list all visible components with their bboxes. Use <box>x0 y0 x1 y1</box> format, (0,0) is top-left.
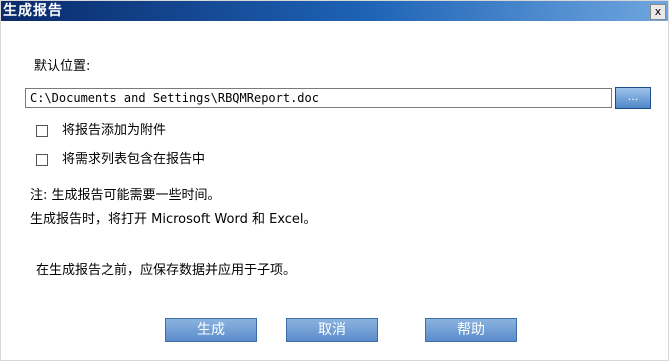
include-requirements-label: 将需求列表包含在报告中 <box>62 152 206 167</box>
attach-report-label: 将报告添加为附件 <box>62 123 167 138</box>
close-button[interactable]: x <box>650 4 666 20</box>
browse-button-label: ... <box>627 90 639 103</box>
title-bar[interactable]: 生成报告 x <box>1 1 668 21</box>
help-button[interactable]: 帮助 <box>425 318 517 342</box>
generate-button[interactable]: 生成 <box>165 318 257 342</box>
generate-button-label: 生成 <box>197 322 225 338</box>
attach-report-checkbox[interactable] <box>36 125 48 137</box>
cancel-button[interactable]: 取消 <box>286 318 378 342</box>
note-office-text: 生成报告时，将打开 Microsoft Word 和 Excel。 <box>30 212 317 227</box>
report-path-input[interactable]: C:\Documents and Settings\RBQMReport.doc <box>25 88 612 108</box>
help-button-label: 帮助 <box>457 322 485 338</box>
include-requirements-checkbox[interactable] <box>36 154 48 166</box>
note-save-text: 在生成报告之前，应保存数据并应用于子项。 <box>36 263 297 278</box>
dialog-title: 生成报告 <box>3 3 63 19</box>
browse-button[interactable]: ... <box>615 87 651 109</box>
cancel-button-label: 取消 <box>318 322 346 338</box>
default-location-label: 默认位置: <box>34 59 91 74</box>
generate-report-dialog: 生成报告 x 默认位置: C:\Documents and Settings\R… <box>0 0 669 361</box>
note-time-text: 注: 生成报告可能需要一些时间。 <box>30 188 221 203</box>
